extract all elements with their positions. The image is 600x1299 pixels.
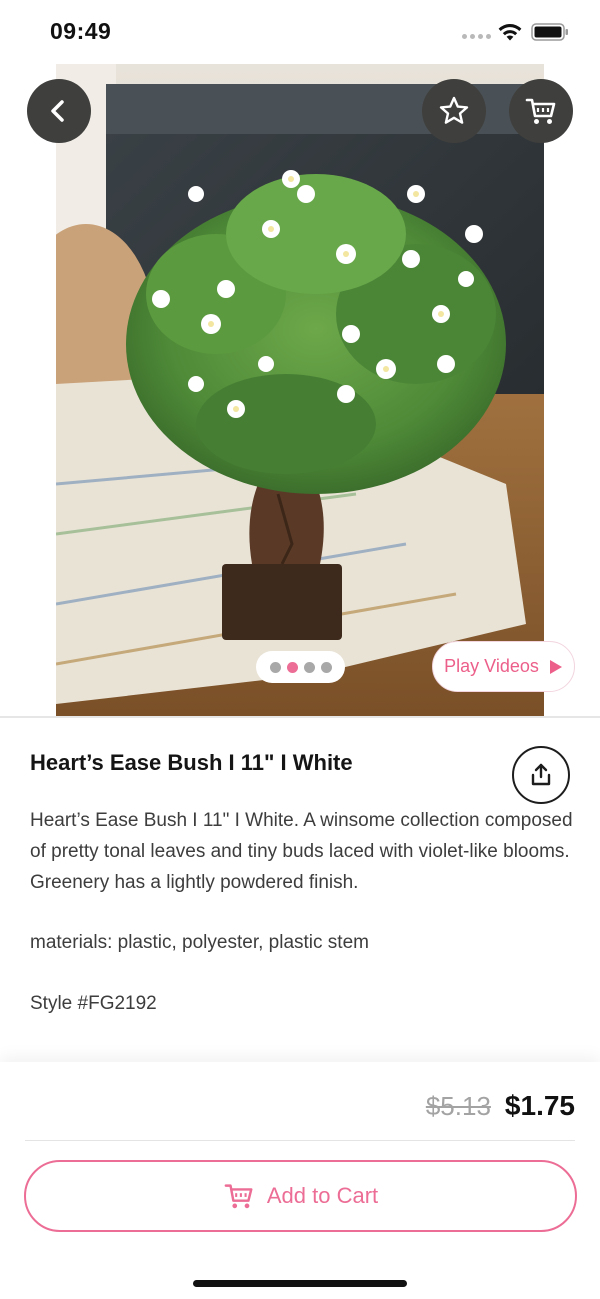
favorite-button[interactable] [422, 79, 486, 143]
pager-dot[interactable] [303, 661, 315, 673]
divider [25, 1140, 575, 1141]
price-row: $5.13 $1.75 [426, 1090, 575, 1122]
pager-dot-active[interactable] [286, 661, 298, 673]
cart-icon [224, 1184, 253, 1209]
play-icon [549, 659, 562, 674]
cart-icon [525, 98, 556, 124]
product-description: Heart’s Ease Bush I 11" I White. A winso… [30, 810, 573, 893]
battery-icon [531, 23, 568, 41]
divider [0, 716, 600, 718]
pager-dot[interactable] [320, 661, 332, 673]
back-button[interactable] [27, 79, 91, 143]
share-icon [531, 763, 551, 786]
sale-price: $1.75 [504, 1090, 575, 1121]
share-button[interactable] [512, 746, 570, 804]
original-price: $5.13 [425, 1091, 491, 1121]
product-image[interactable] [56, 64, 544, 716]
product-photo [56, 64, 544, 716]
product-title: Heart’s Ease Bush I 11" I White [30, 750, 353, 775]
image-pager[interactable] [256, 651, 345, 683]
add-to-cart-button[interactable]: Add to Cart [24, 1160, 577, 1232]
play-videos-button[interactable]: Play Videos [432, 641, 575, 692]
signal-dots-icon [462, 34, 491, 39]
chevron-left-icon [51, 100, 64, 122]
pager-dot[interactable] [269, 661, 281, 673]
star-icon [439, 96, 469, 124]
add-to-cart-label: Add to Cart [266, 1183, 379, 1208]
play-videos-label: Play Videos [444, 656, 539, 676]
status-time: 09:49 [50, 18, 112, 44]
home-indicator[interactable] [193, 1280, 407, 1287]
wifi-icon [498, 24, 522, 41]
cart-button[interactable] [509, 79, 573, 143]
purchase-panel: $5.13 $1.75 Add to Cart [0, 1062, 600, 1299]
product-materials: materials: plastic, polyester, plastic s… [30, 932, 369, 953]
product-style: Style #FG2192 [30, 993, 157, 1014]
status-bar: 09:49 [0, 0, 600, 64]
